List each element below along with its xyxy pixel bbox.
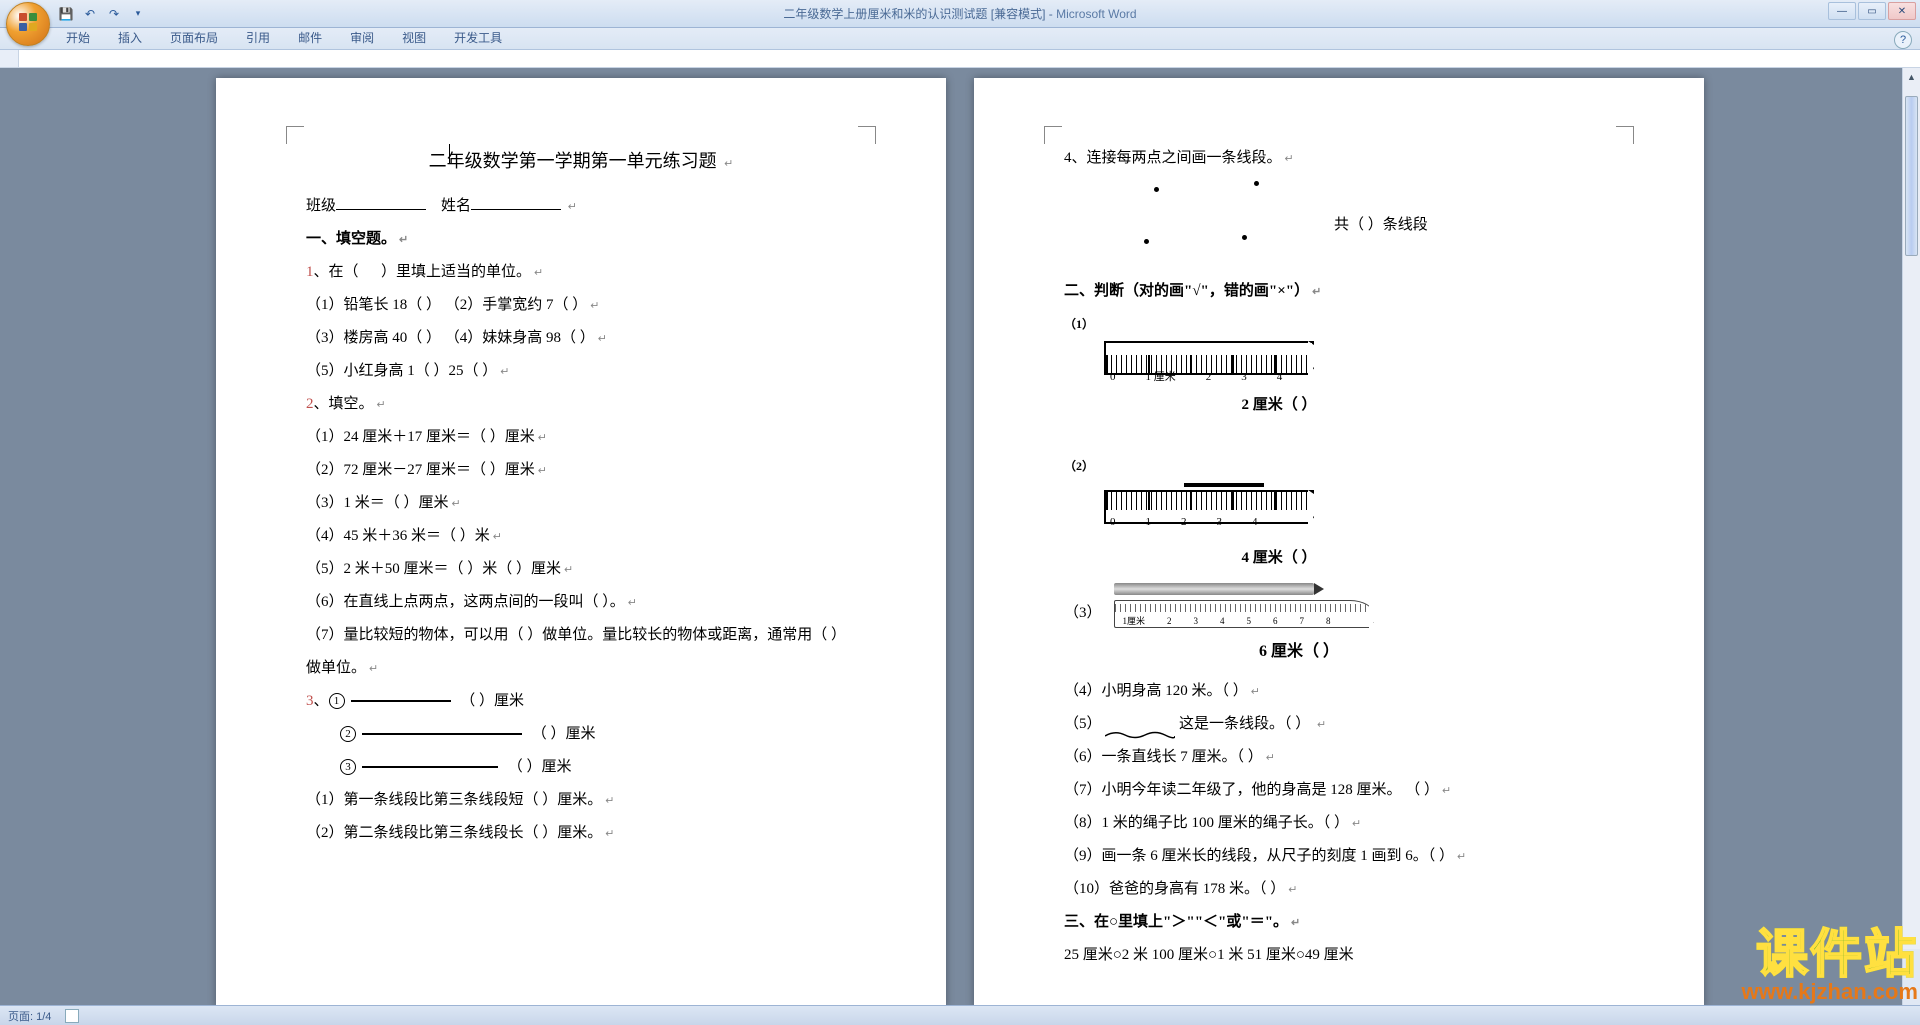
save-icon[interactable]: 💾 xyxy=(58,6,74,22)
tab-developer[interactable]: 开发工具 xyxy=(442,26,514,49)
sec3-line: 25 厘米○2 米 100 厘米○1 米 51 厘米○49 厘米 xyxy=(1064,939,1614,972)
page-1[interactable]: 二年级数学第一学期第一单元练习题 班级 姓名 一、填空题。 11、在（ ）里填上… xyxy=(216,78,946,1005)
q2-sub1: （1）24 厘米＋17 厘米＝（ ）厘米 xyxy=(306,421,856,454)
window-controls: — ▭ ✕ xyxy=(1828,2,1916,20)
statusbar: 页面: 1/4 xyxy=(0,1005,1920,1025)
tab-layout[interactable]: 页面布局 xyxy=(158,26,230,49)
q4-answer: 共（ ）条线段 xyxy=(1334,209,1428,242)
document-workspace: 二年级数学第一学期第一单元练习题 班级 姓名 一、填空题。 11、在（ ）里填上… xyxy=(0,68,1920,1005)
page-indicator[interactable]: 页面: 1/4 xyxy=(8,1008,51,1024)
q2-sub6: （6）在直线上点两点，这两点间的一段叫（ ）。 xyxy=(306,586,856,619)
scroll-thumb[interactable] xyxy=(1905,96,1918,256)
q4: 4、连接每两点之间画一条线段。 xyxy=(1064,142,1614,175)
q1-sub3: （3）楼房高 40（ ） （4）妹妹身高 98（ ） xyxy=(306,322,856,355)
redo-icon[interactable]: ↷ xyxy=(106,6,122,22)
horizontal-ruler[interactable] xyxy=(0,50,1920,68)
ruler2-caption: 4 厘米（ ） xyxy=(974,542,1614,575)
section-3-head: 三、在○里填上"＞""＜"或"＝"。 xyxy=(1064,906,1614,939)
vertical-scrollbar[interactable]: ▲ ▼ xyxy=(1902,68,1920,1005)
minimize-button[interactable]: — xyxy=(1828,2,1856,20)
tab-view[interactable]: 视图 xyxy=(390,26,438,49)
q2-sub3: （3）1 米＝（ ）厘米 xyxy=(306,487,856,520)
judge-1: （1） 01 厘米234 2 厘米（ ） xyxy=(1064,308,1614,422)
q2: 2、填空。 xyxy=(306,388,856,421)
judge-5: （5） 这是一条线段。（ ） xyxy=(1064,708,1614,741)
judge-6: （6）一条直线长 7 厘米。（ ） xyxy=(1064,741,1614,774)
undo-icon[interactable]: ↶ xyxy=(82,6,98,22)
q1-sub1: （1）铅笔长 18（ ） （2）手掌宽约 7（ ） xyxy=(306,289,856,322)
q3-r2: （2）第二条线段比第三条线段长（ ）厘米。 xyxy=(306,817,856,850)
tab-mailings[interactable]: 邮件 xyxy=(286,26,334,49)
document-title-text: 二年级数学上册厘米和米的认识测试题 [兼容模式] xyxy=(783,7,1045,21)
quick-access-toolbar: 💾 ↶ ↷ ▾ xyxy=(58,6,146,22)
doc-heading: 二年级数学第一学期第一单元练习题 xyxy=(306,142,856,182)
wavy-line-icon xyxy=(1105,720,1175,730)
tab-home[interactable]: 开始 xyxy=(54,26,102,49)
ruler3-caption: 6 厘米（ ） xyxy=(984,634,1614,669)
ribbon-tabs: 开始 插入 页面布局 引用 邮件 审阅 视图 开发工具 ? xyxy=(0,28,1920,50)
ruler1-caption: 2 厘米（ ） xyxy=(974,389,1614,422)
q2-sub5: （5）2 米＋50 厘米＝（ ）米（ ）厘米 xyxy=(306,553,856,586)
scroll-up-icon[interactable]: ▲ xyxy=(1903,68,1920,86)
judge-7: （7）小明今年读二年级了，他的身高是 128 厘米。 （ ） xyxy=(1064,774,1614,807)
section-1-head: 一、填空题。 xyxy=(306,223,856,256)
judge-4: （4）小明身高 120 米。（ ） xyxy=(1064,675,1614,708)
ribbon-help-icon[interactable]: ? xyxy=(1894,31,1912,49)
judge-2: （2） 01234 4 厘米（ ） xyxy=(1064,450,1614,575)
judge-8: （8）1 米的绳子比 100 厘米的绳子长。（ ） xyxy=(1064,807,1614,840)
scroll-down-icon[interactable]: ▼ xyxy=(1903,931,1920,949)
q1: 11、在（ ）里填上适当的单位。、在（ ）里填上适当的单位。 xyxy=(306,256,856,289)
q3-r1: （1）第一条线段比第三条线段短（ ）厘米。 xyxy=(306,784,856,817)
office-button[interactable] xyxy=(6,2,50,46)
status-icon[interactable] xyxy=(65,1009,79,1023)
class-name-line: 班级 姓名 xyxy=(306,190,856,223)
q2-sub4: （4）45 米＋36 米＝（ ）米 xyxy=(306,520,856,553)
pencil-icon xyxy=(1114,583,1314,595)
q2-sub7: （7）量比较短的物体，可以用（ ）做单位。量比较长的物体或距离，通常用（ ）做单… xyxy=(306,619,856,685)
q3-l2: 2 （ ）厘米 xyxy=(306,718,856,751)
close-button[interactable]: ✕ xyxy=(1888,2,1916,20)
q3-l3: 3 （ ）厘米 xyxy=(306,751,856,784)
maximize-button[interactable]: ▭ xyxy=(1858,2,1886,20)
q1-sub5: （5）小红身高 1（ ）25（ ） xyxy=(306,355,856,388)
judge-9: （9）画一条 6 厘米长的线段，从尺子的刻度 1 画到 6。（ ） xyxy=(1064,840,1614,873)
page-2[interactable]: 4、连接每两点之间画一条线段。 共（ ）条线段 二、判断（对的画"√"，错的画"… xyxy=(974,78,1704,1005)
dots-figure: 共（ ）条线段 xyxy=(1144,179,1614,269)
browse-object-nav[interactable] xyxy=(1903,949,1920,1005)
tab-references[interactable]: 引用 xyxy=(234,26,282,49)
tab-review[interactable]: 审阅 xyxy=(338,26,386,49)
q3: 3、1 （ ）厘米 xyxy=(306,685,856,718)
judge-10: （10）爸爸的身高有 178 米。（ ） xyxy=(1064,873,1614,906)
section-2-head: 二、判断（对的画"√"，错的画"×"） xyxy=(1064,275,1614,308)
text-cursor xyxy=(449,144,450,164)
q2-sub2: （2）72 厘米－27 厘米＝（ ）厘米 xyxy=(306,454,856,487)
titlebar: 💾 ↶ ↷ ▾ 二年级数学上册厘米和米的认识测试题 [兼容模式] - Micro… xyxy=(0,0,1920,28)
qat-more-icon[interactable]: ▾ xyxy=(130,6,146,22)
window-title: 二年级数学上册厘米和米的认识测试题 [兼容模式] - Microsoft Wor… xyxy=(783,5,1136,22)
tab-insert[interactable]: 插入 xyxy=(106,26,154,49)
judge-3: （3） 1厘米2345678 6 厘米（ ） xyxy=(1064,583,1614,669)
app-name-text: Microsoft Word xyxy=(1056,7,1136,21)
